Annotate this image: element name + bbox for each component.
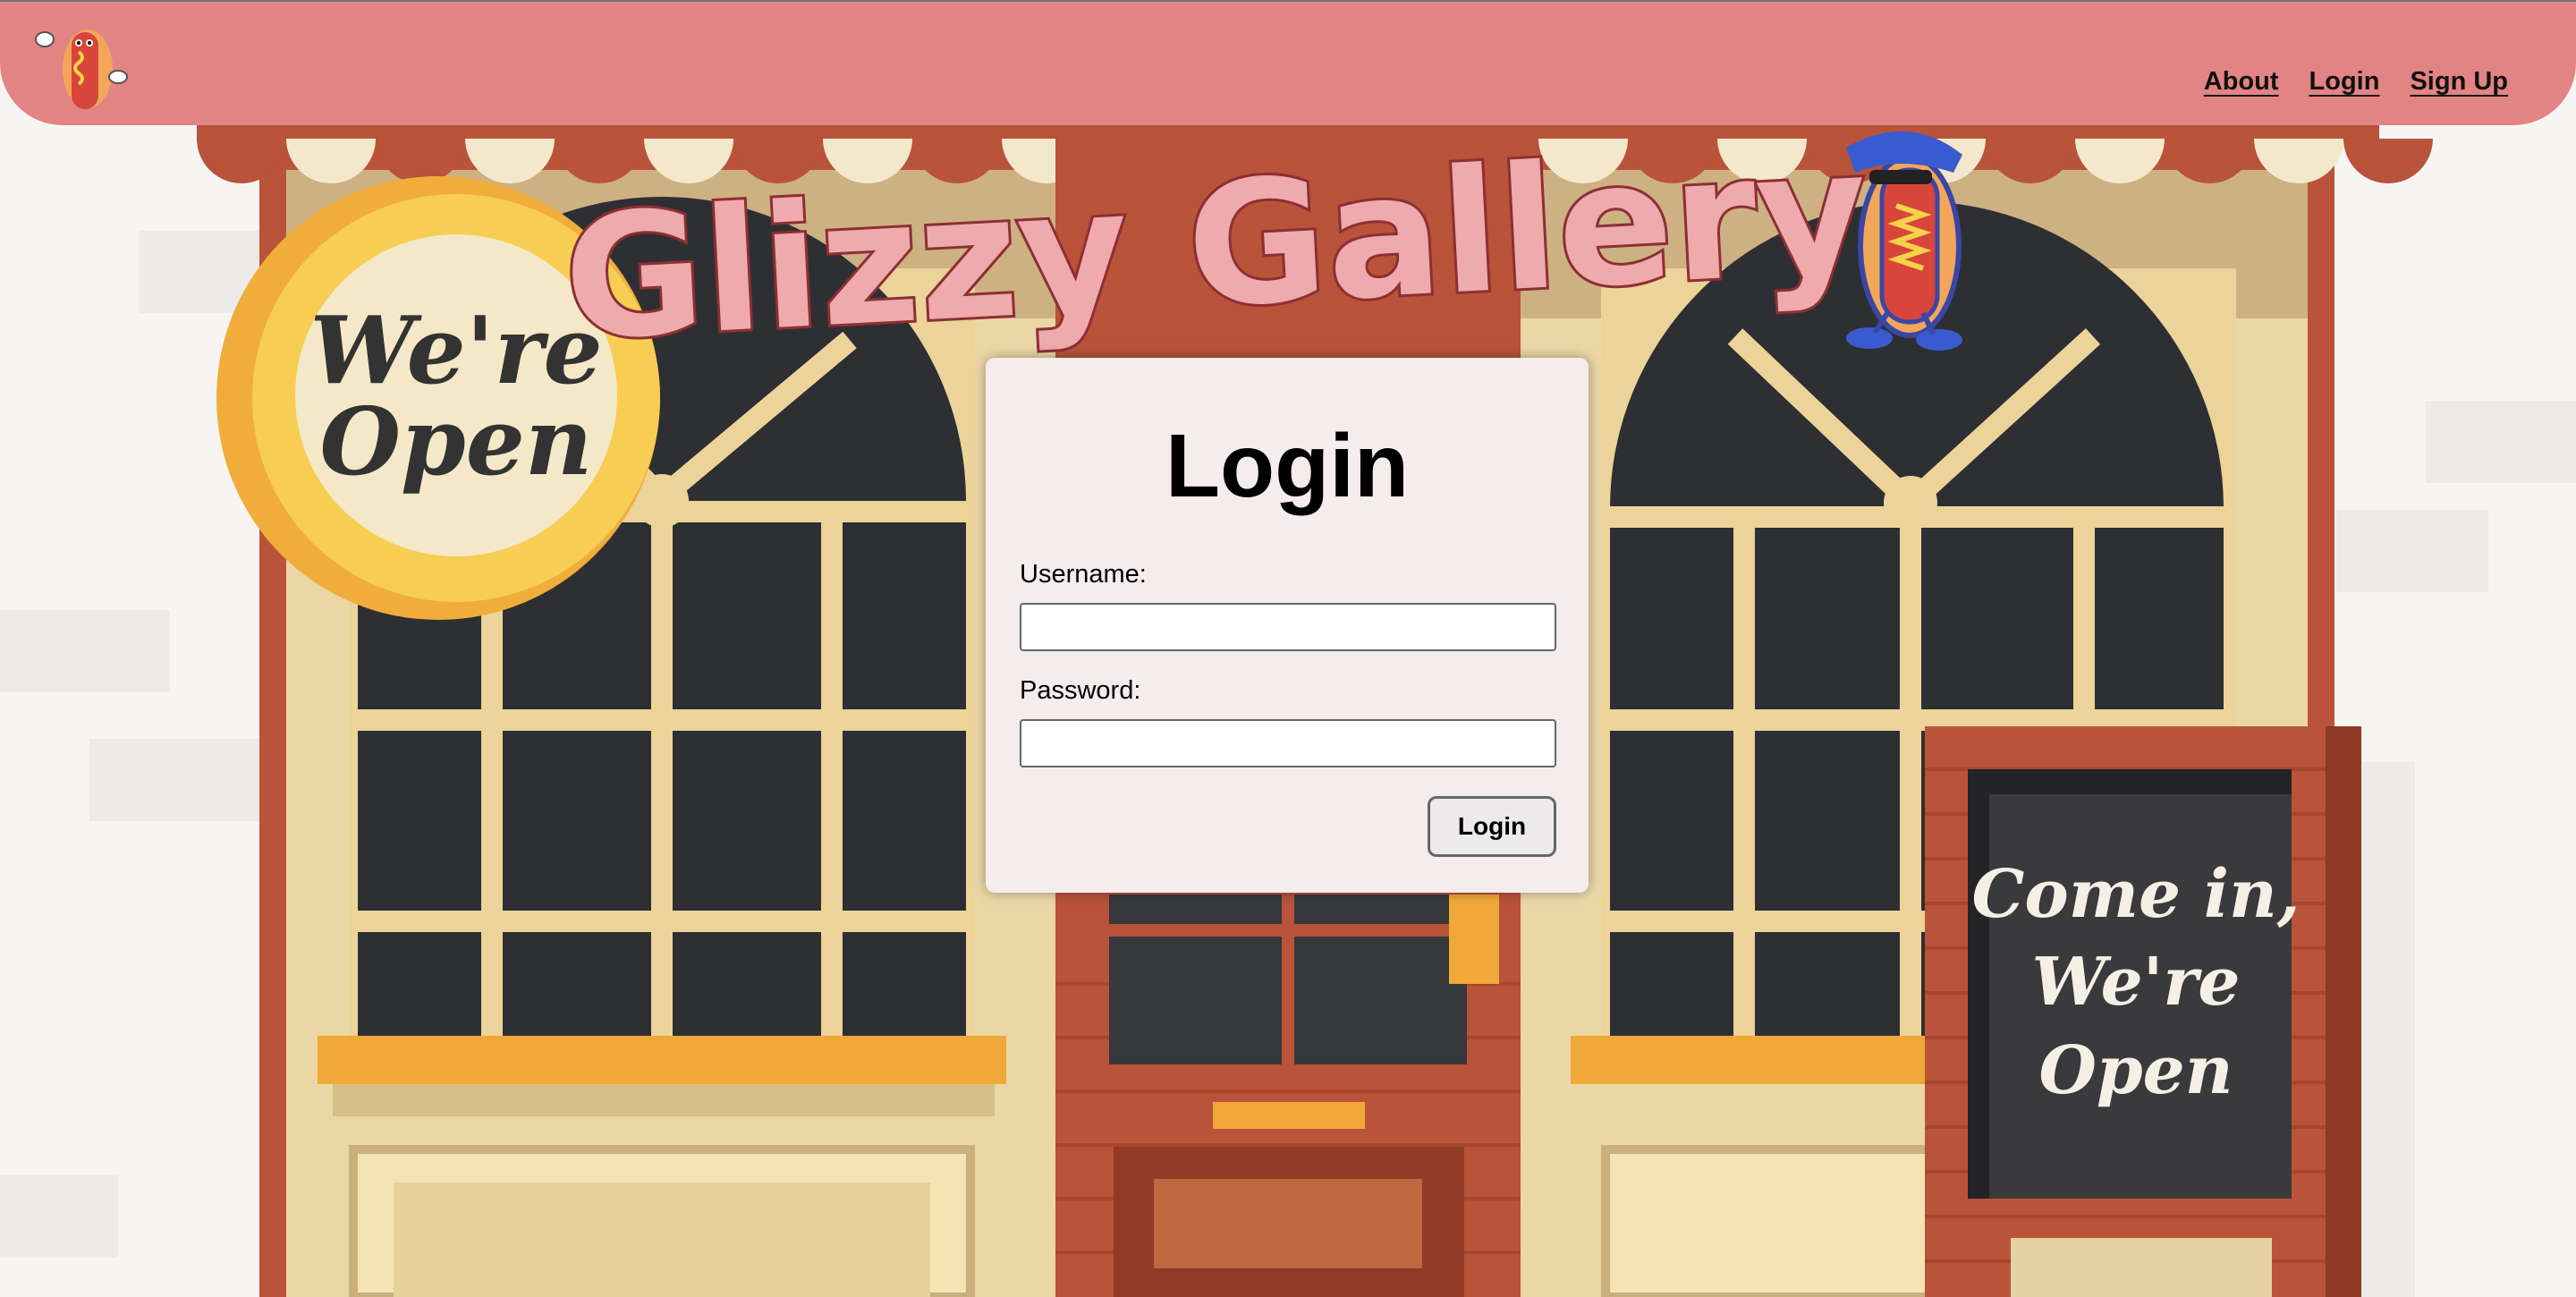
nav-link-about[interactable]: About	[2204, 67, 2279, 97]
nav-link-login[interactable]: Login	[2309, 67, 2380, 97]
nav-link-signup[interactable]: Sign Up	[2410, 67, 2508, 97]
hotdog-mascot-icon[interactable]	[32, 20, 131, 118]
chalkboard-line3: Open	[2038, 1032, 2233, 1109]
chalkboard-line2: We're	[2032, 944, 2241, 1021]
login-title: Login	[1165, 416, 1410, 516]
hotdog-with-sunglasses-icon	[1846, 131, 1962, 351]
chalkboard-line1: Come in,	[1971, 856, 2300, 933]
top-navbar: About Login Sign Up	[0, 0, 2576, 125]
login-card: Login Username: Password: Login	[986, 358, 1589, 893]
nav-links: About Login Sign Up	[2204, 67, 2508, 97]
username-label: Username:	[1020, 560, 1147, 589]
banner-title: Glizzy Gallery	[559, 113, 1872, 378]
password-input[interactable]	[1020, 719, 1556, 767]
login-submit-button[interactable]: Login	[1428, 796, 1556, 857]
open-sign-line2: Open	[319, 386, 592, 496]
password-label: Password:	[1020, 676, 1141, 705]
username-input[interactable]	[1020, 603, 1556, 651]
